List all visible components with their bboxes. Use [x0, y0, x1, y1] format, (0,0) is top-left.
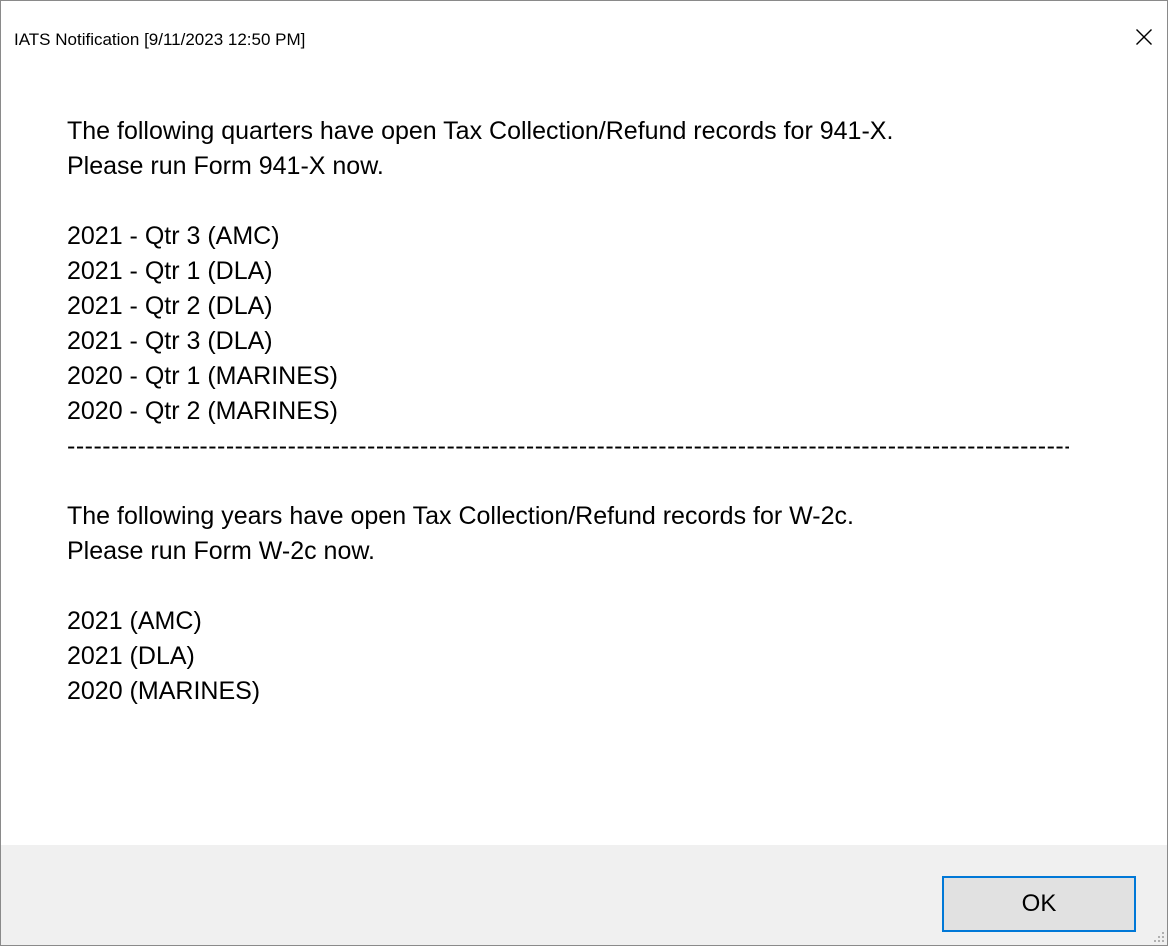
year-item: 2021 (DLA) [67, 642, 195, 670]
quarter-item: 2021 - Qtr 3 (DLA) [67, 327, 273, 355]
notification-dialog: IATS Notification [9/11/2023 12:50 PM] T… [0, 0, 1168, 946]
quarter-item: 2021 - Qtr 1 (DLA) [67, 257, 273, 285]
close-icon [1136, 29, 1152, 45]
quarter-item: 2021 - Qtr 3 (AMC) [67, 222, 280, 250]
year-item: 2021 (AMC) [67, 607, 202, 635]
message-w2c-line1: The following years have open Tax Collec… [67, 502, 854, 530]
quarter-item: 2021 - Qtr 2 (DLA) [67, 292, 273, 320]
quarter-item: 2020 - Qtr 1 (MARINES) [67, 362, 338, 390]
message-w2c-line2: Please run Form W-2c now. [67, 537, 375, 565]
message-941x-line1: The following quarters have open Tax Col… [67, 117, 894, 145]
quarter-item: 2020 - Qtr 2 (MARINES) [67, 397, 338, 425]
ok-button[interactable]: OK [942, 876, 1136, 932]
message-body: The following quarters have open Tax Col… [67, 114, 1147, 709]
close-button[interactable] [1121, 15, 1167, 59]
dashed-separator: ----------------------------------------… [67, 432, 1069, 460]
title-bar[interactable]: IATS Notification [9/11/2023 12:50 PM] [1, 1, 1167, 81]
year-item: 2020 (MARINES) [67, 677, 261, 705]
resize-grip-icon[interactable] [1153, 931, 1165, 943]
window-title: IATS Notification [9/11/2023 12:50 PM] [14, 30, 306, 49]
message-941x-line2: Please run Form 941-X now. [67, 152, 384, 180]
